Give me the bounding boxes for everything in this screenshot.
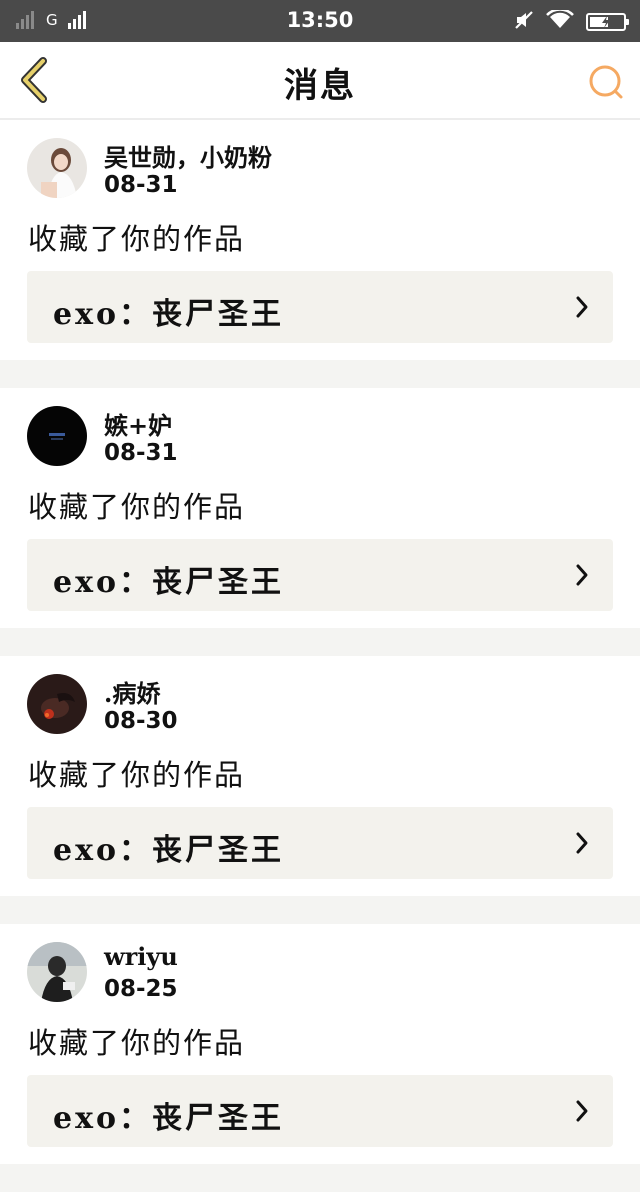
- message-date: 08-30: [104, 708, 178, 734]
- avatar[interactable]: [27, 138, 87, 198]
- message-card: 吴世勋，小奶粉 08-31 收藏了你的作品 exo：丧尸圣王: [0, 120, 640, 360]
- avatar[interactable]: [27, 942, 87, 1002]
- chevron-right-icon: [576, 564, 588, 586]
- work-title: exo：丧尸圣王: [53, 565, 284, 600]
- message-date: 08-31: [104, 440, 178, 466]
- work-link[interactable]: exo：丧尸圣王: [27, 539, 613, 611]
- action-text: 收藏了你的作品: [28, 490, 246, 524]
- avatar[interactable]: [27, 406, 87, 466]
- work-link[interactable]: exo：丧尸圣王: [27, 1075, 613, 1147]
- user-name[interactable]: 嫉+妒: [104, 406, 172, 441]
- chevron-right-icon: [576, 1100, 588, 1122]
- message-date: 08-25: [104, 976, 178, 1002]
- status-icons: [514, 8, 629, 34]
- action-text: 收藏了你的作品: [28, 758, 246, 792]
- message-list: 吴世勋，小奶粉 08-31 收藏了你的作品 exo：丧尸圣王 嫉+妒 08-31…: [0, 120, 640, 1192]
- avatar[interactable]: [27, 674, 87, 734]
- message-card: 嫉+妒 08-31 收藏了你的作品 exo：丧尸圣王: [0, 388, 640, 628]
- page-title: 消息: [284, 66, 356, 106]
- search-icon: [589, 65, 623, 99]
- user-name[interactable]: .病娇: [104, 674, 160, 709]
- status-bar: G 13:50: [0, 0, 640, 42]
- mute-icon: [514, 10, 534, 34]
- message-date: 08-31: [104, 172, 178, 198]
- work-title: exo：丧尸圣王: [53, 297, 284, 332]
- search-button[interactable]: [584, 60, 628, 104]
- work-title: exo：丧尸圣王: [53, 833, 284, 868]
- work-link[interactable]: exo：丧尸圣王: [27, 271, 613, 343]
- message-card: wriyu 08-25 收藏了你的作品 exo：丧尸圣王: [0, 924, 640, 1164]
- wifi-icon: [546, 8, 574, 34]
- action-text: 收藏了你的作品: [28, 1026, 246, 1060]
- action-text: 收藏了你的作品: [28, 222, 246, 256]
- nav-bar: 消息: [0, 42, 640, 120]
- user-name[interactable]: wriyu: [104, 942, 178, 971]
- message-card: .病娇 08-30 收藏了你的作品 exo：丧尸圣王: [0, 656, 640, 896]
- battery-charging-icon: [586, 13, 629, 31]
- chevron-right-icon: [576, 296, 588, 318]
- work-title: exo：丧尸圣王: [53, 1101, 284, 1136]
- work-link[interactable]: exo：丧尸圣王: [27, 807, 613, 879]
- user-name[interactable]: 吴世勋，小奶粉: [104, 138, 272, 173]
- chevron-right-icon: [576, 832, 588, 854]
